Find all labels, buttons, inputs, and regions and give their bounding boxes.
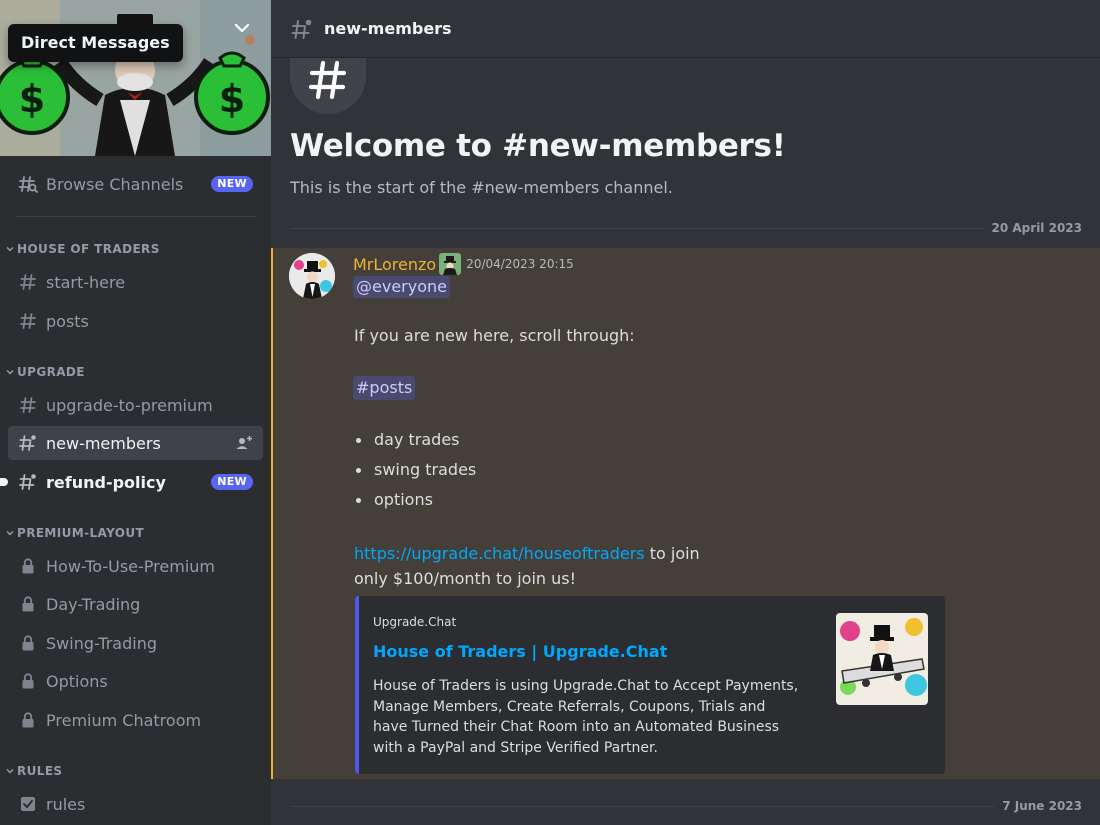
upgrade-chat-link[interactable]: https://upgrade.chat/houseoftraders — [354, 544, 645, 563]
date-label: 20 April 2023 — [991, 221, 1082, 235]
lock-icon — [18, 633, 38, 653]
chevron-down-icon — [6, 530, 14, 536]
hashtag-thread-icon — [18, 472, 38, 492]
hashtag-icon — [18, 311, 38, 331]
embed-thumbnail-image — [836, 613, 928, 705]
browse-channels-item[interactable]: Browse Channels NEW — [8, 167, 263, 201]
everyone-mention[interactable]: @everyone — [353, 276, 450, 298]
category-label: HOUSE OF TRADERS — [17, 242, 160, 256]
sidebar-item-posts[interactable]: posts — [8, 304, 263, 338]
sidebar-item-refund-policy[interactable]: refund-policy NEW — [0, 465, 263, 499]
chevron-down-icon — [6, 369, 14, 375]
message-link-line: https://upgrade.chat/houseoftraders to j… — [354, 544, 700, 563]
sidebar-item-label: posts — [46, 311, 89, 331]
hashtag-icon — [18, 395, 38, 415]
message-bullet-list: day trades swing trades options — [354, 429, 476, 519]
chevron-down-icon — [6, 246, 14, 252]
browse-channels-label: Browse Channels — [46, 174, 184, 194]
sidebar-item-label: Options — [46, 671, 108, 691]
category-house-of-traders[interactable]: HOUSE OF TRADERS — [4, 242, 160, 256]
embed-provider: Upgrade.Chat — [373, 615, 457, 629]
author-name[interactable]: MrLorenzo — [353, 255, 436, 274]
invite-member-icon[interactable] — [235, 434, 253, 452]
category-rules[interactable]: RULES — [4, 764, 62, 778]
channel-mention-posts[interactable]: #posts — [353, 376, 416, 400]
category-label: RULES — [17, 764, 63, 778]
list-item: options — [354, 489, 476, 519]
sidebar-item-label: refund-policy — [46, 472, 166, 492]
sidebar-item-rules[interactable]: rules — [8, 787, 263, 821]
category-label: PREMIUM-LAYOUT — [17, 526, 145, 540]
sidebar-item-day-trading[interactable]: Day-Trading — [8, 587, 263, 621]
embed-title-link[interactable]: House of Traders | Upgrade.Chat — [373, 642, 667, 661]
channel-welcome-icon — [290, 58, 366, 114]
sidebar-item-options[interactable]: Options — [8, 664, 263, 698]
lock-icon — [18, 556, 38, 576]
channel-header: new-members — [271, 0, 1100, 58]
hashtag-thread-icon — [18, 433, 38, 453]
message-timestamp: 20/04/2023 20:15 — [466, 257, 574, 271]
sidebar-item-label: Day-Trading — [46, 594, 141, 614]
sidebar-item-label: rules — [46, 794, 86, 814]
sidebar-divider — [16, 216, 256, 217]
sidebar-item-start-here[interactable]: start-here — [8, 265, 263, 299]
divider-line — [290, 227, 984, 229]
sidebar-item-label: Swing-Trading — [46, 633, 157, 653]
lock-icon — [18, 710, 38, 730]
avatar[interactable] — [289, 253, 335, 299]
role-icon — [439, 253, 462, 275]
embed-description: House of Traders is using Upgrade.Chat t… — [373, 678, 799, 756]
hashtag-icon — [18, 272, 38, 292]
sidebar-item-label: Premium Chatroom — [46, 710, 202, 730]
chevron-down-icon — [6, 768, 14, 774]
avatar-image — [289, 253, 335, 299]
list-item: swing trades — [354, 459, 476, 489]
message-text-line: If you are new here, scroll through: — [354, 326, 635, 345]
lock-icon — [18, 594, 38, 614]
chevron-down-icon[interactable] — [232, 18, 252, 38]
channel-title: new-members — [324, 19, 452, 38]
channel-sidebar: $ $ Direct Messages Browse Channels NEW … — [0, 0, 271, 825]
new-badge: NEW — [211, 474, 253, 490]
message-highlighted[interactable]: MrLorenzo 20/04/2023 20:15 @everyone If … — [271, 248, 1100, 779]
divider-line — [290, 805, 995, 807]
sidebar-item-label: new-members — [46, 433, 161, 453]
date-label: 7 June 2023 — [1002, 799, 1082, 813]
sidebar-item-how-to-use-premium[interactable]: How-To-Use-Premium — [8, 549, 263, 583]
sidebar-item-new-members[interactable]: new-members — [8, 426, 263, 460]
date-divider: 20 April 2023 — [290, 221, 1082, 235]
welcome-subtitle: This is the start of the #new-members ch… — [290, 178, 673, 197]
link-embed: Upgrade.Chat House of Traders | Upgrade.… — [355, 596, 945, 774]
hashtag-icon — [308, 60, 347, 100]
rules-checkbox-icon — [18, 794, 38, 814]
date-divider: 7 June 2023 — [290, 799, 1082, 813]
link-suffix-text: to join — [644, 544, 700, 563]
welcome-title: Welcome to #new-members! — [290, 128, 786, 164]
category-premium-layout[interactable]: PREMIUM-LAYOUT — [4, 526, 144, 540]
sidebar-item-premium-chatroom[interactable]: Premium Chatroom — [8, 703, 263, 737]
sidebar-item-upgrade-to-premium[interactable]: upgrade-to-premium — [8, 388, 263, 422]
category-upgrade[interactable]: UPGRADE — [4, 365, 85, 379]
unread-indicator — [0, 478, 8, 486]
sidebar-item-label: upgrade-to-premium — [46, 395, 213, 415]
sidebar-item-label: How-To-Use-Premium — [46, 556, 215, 576]
message-text-price: only $100/month to join us! — [354, 569, 576, 588]
list-item: day trades — [354, 429, 476, 459]
message-area: Welcome to #new-members! This is the sta… — [271, 58, 1100, 825]
hashtag-thread-icon — [291, 19, 312, 39]
embed-thumbnail[interactable] — [836, 613, 928, 705]
sidebar-item-label: start-here — [46, 272, 126, 292]
browse-channels-icon — [18, 174, 38, 194]
category-label: UPGRADE — [17, 365, 85, 379]
message-header: MrLorenzo 20/04/2023 20:15 — [353, 253, 574, 275]
sidebar-item-swing-trading[interactable]: Swing-Trading — [8, 626, 263, 660]
lock-icon — [18, 671, 38, 691]
direct-messages-tooltip: Direct Messages — [8, 24, 183, 62]
new-badge: NEW — [211, 176, 253, 192]
